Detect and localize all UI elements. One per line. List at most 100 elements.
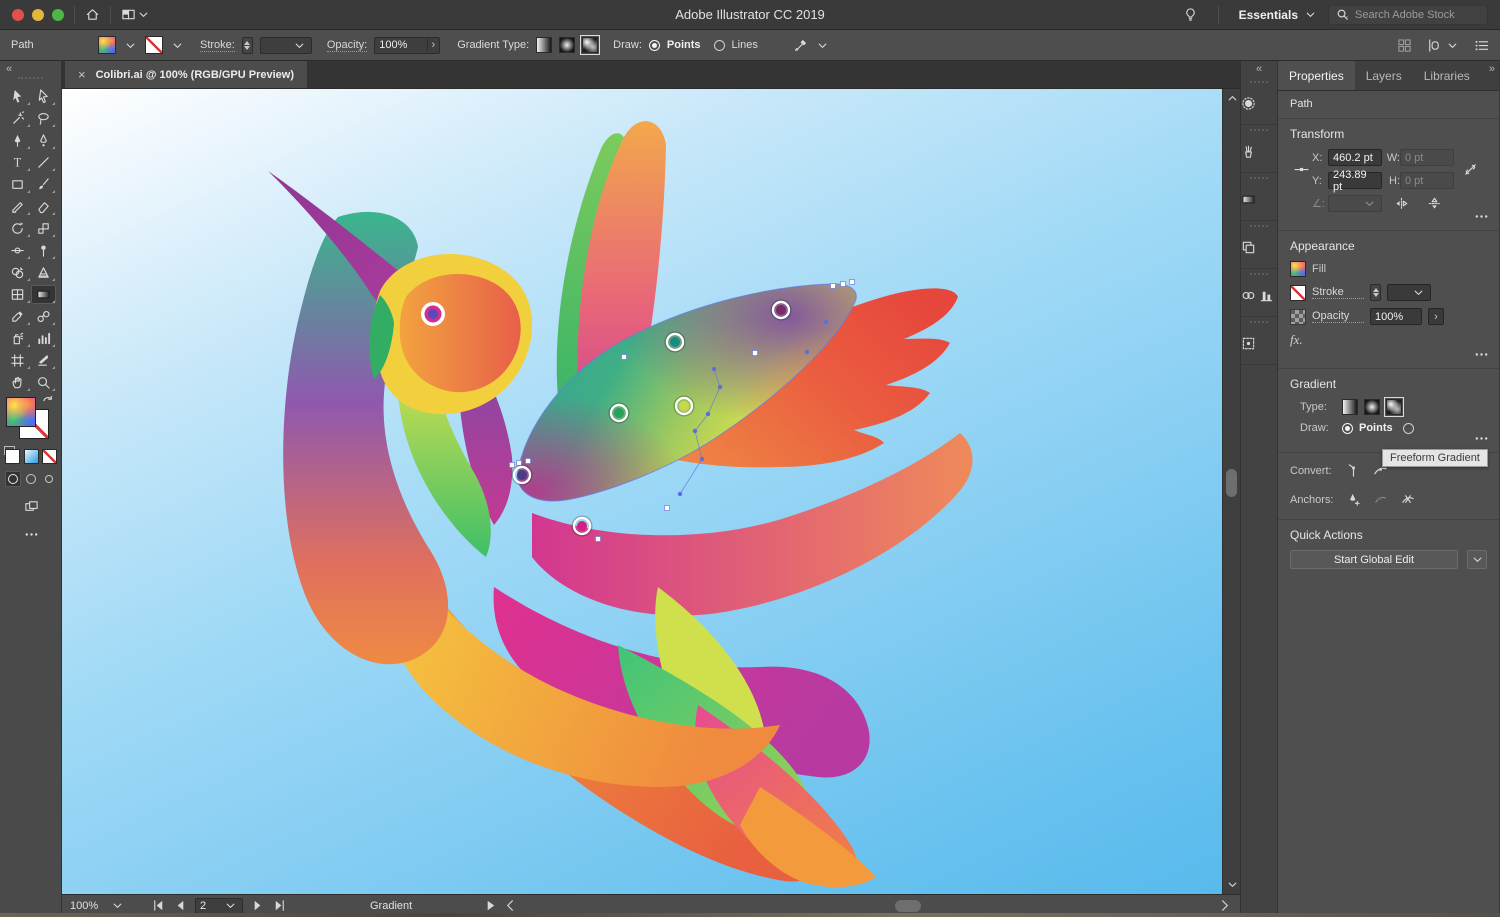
- linear-gradient-button[interactable]: [1342, 399, 1358, 415]
- cut-path-icon[interactable]: [1400, 492, 1415, 507]
- vertical-scrollbar[interactable]: [1222, 89, 1240, 894]
- slice-tool[interactable]: [31, 351, 57, 370]
- x-value-field[interactable]: 460.2 pt: [1328, 149, 1382, 166]
- more-options-icon[interactable]: [1474, 347, 1489, 362]
- pen-tool[interactable]: [5, 131, 31, 150]
- stroke-weight-stepper[interactable]: [1370, 284, 1381, 301]
- status-menu-icon[interactable]: [483, 898, 498, 913]
- stroke-weight-stepper[interactable]: [242, 37, 253, 54]
- add-anchor-icon[interactable]: [1346, 492, 1361, 507]
- draw-lines-label[interactable]: Lines: [732, 39, 758, 51]
- zoom-window-button[interactable]: [52, 9, 64, 21]
- rotate-value-field[interactable]: [1328, 195, 1382, 212]
- rotate-tool[interactable]: [5, 219, 31, 238]
- artboard-tool[interactable]: [5, 351, 31, 370]
- stroke-weight-field[interactable]: [260, 37, 312, 54]
- edit-toolbar-icon[interactable]: [24, 527, 39, 542]
- discover-icon[interactable]: [1183, 7, 1198, 22]
- draw-inside-mode-button[interactable]: [41, 471, 57, 487]
- change-screen-mode-icon[interactable]: [24, 499, 39, 514]
- align-panel-icon[interactable]: [1259, 282, 1274, 309]
- opacity-panel-link[interactable]: Opacity:: [327, 39, 367, 52]
- links-panel-icon[interactable]: [1241, 282, 1256, 309]
- type-tool[interactable]: T: [5, 153, 31, 172]
- stroke-weight-dropdown[interactable]: [1387, 284, 1431, 301]
- gradient-panel-icon[interactable]: [1241, 186, 1256, 213]
- more-options-icon[interactable]: [1474, 209, 1489, 224]
- current-tool-status[interactable]: Gradient: [370, 900, 412, 912]
- panel-draw-lines-radio[interactable]: [1403, 423, 1414, 434]
- freeform-gradient-button[interactable]: [1386, 399, 1402, 415]
- swap-fill-stroke-icon[interactable]: [41, 395, 56, 410]
- workspace-switcher[interactable]: Essentials: [1239, 7, 1318, 22]
- toolbar-grip[interactable]: [18, 77, 43, 81]
- opacity-expand-icon[interactable]: ›: [1428, 308, 1444, 325]
- minimize-window-button[interactable]: [32, 9, 44, 21]
- chevron-down-icon[interactable]: [1445, 38, 1460, 53]
- scroll-down-icon[interactable]: [1223, 877, 1241, 892]
- gradient-tool[interactable]: [31, 285, 57, 304]
- appearance-stroke-swatch[interactable]: [1290, 285, 1306, 301]
- tab-properties[interactable]: Properties: [1278, 61, 1355, 90]
- mesh-tool[interactable]: [5, 285, 31, 304]
- freeform-gradient-button[interactable]: [582, 37, 598, 53]
- paintbrush-tool[interactable]: [31, 175, 57, 194]
- last-artboard-icon[interactable]: [272, 898, 287, 913]
- panel-points-label[interactable]: Points: [1359, 422, 1393, 434]
- zoom-tool[interactable]: [31, 373, 57, 392]
- zoom-level-value[interactable]: 100%: [70, 900, 98, 912]
- vertical-scroll-thumb[interactable]: [1226, 469, 1237, 497]
- radial-gradient-button[interactable]: [1364, 399, 1380, 415]
- stroke-panel-link[interactable]: Stroke:: [200, 39, 235, 52]
- tab-libraries[interactable]: Libraries: [1413, 61, 1481, 90]
- fill-indicator[interactable]: [6, 397, 36, 427]
- stroke-link[interactable]: Stroke: [1312, 286, 1364, 299]
- scroll-left-icon[interactable]: [503, 898, 518, 913]
- scale-tool[interactable]: [31, 219, 57, 238]
- blend-tool[interactable]: [31, 307, 57, 326]
- start-global-edit-button[interactable]: Start Global Edit: [1290, 550, 1458, 569]
- scroll-right-icon[interactable]: [1217, 898, 1232, 913]
- tab-layers[interactable]: Layers: [1355, 61, 1413, 90]
- home-icon[interactable]: [85, 7, 100, 22]
- draw-normal-mode-button[interactable]: [5, 471, 21, 487]
- linear-gradient-button[interactable]: [536, 37, 552, 53]
- brushes-panel-icon[interactable]: [1241, 138, 1256, 165]
- artboard-canvas[interactable]: [62, 89, 1222, 894]
- puppet-warp-tool[interactable]: [31, 241, 57, 260]
- shaper-tool[interactable]: [5, 197, 31, 216]
- chevron-down-icon[interactable]: [136, 7, 151, 22]
- color-panel-icon[interactable]: [1241, 90, 1256, 117]
- scroll-up-icon[interactable]: [1223, 91, 1241, 106]
- perspective-grid-tool[interactable]: [31, 263, 57, 282]
- artboard-number-field[interactable]: 2: [195, 898, 243, 914]
- curvature-tool[interactable]: [31, 131, 57, 150]
- hand-tool[interactable]: [5, 373, 31, 392]
- y-value-field[interactable]: 243.89 pt: [1328, 172, 1382, 189]
- remove-anchor-icon[interactable]: [1373, 492, 1388, 507]
- draw-points-radio[interactable]: [649, 40, 660, 51]
- global-edit-options-icon[interactable]: [1467, 550, 1487, 569]
- select-similar-icon[interactable]: [793, 38, 808, 53]
- horizontal-scrollbar[interactable]: [527, 899, 1208, 913]
- selection-tool[interactable]: [5, 87, 31, 106]
- effects-button[interactable]: fx.: [1290, 332, 1303, 348]
- panel-draw-points-radio[interactable]: [1342, 423, 1353, 434]
- draw-points-label[interactable]: Points: [667, 39, 701, 51]
- collapse-dock-icon[interactable]: «: [1241, 63, 1277, 75]
- close-tab-icon[interactable]: ×: [78, 67, 86, 82]
- w-value-field[interactable]: 0 pt: [1400, 149, 1454, 166]
- appearance-fill-swatch[interactable]: [1290, 261, 1306, 277]
- panel-opacity-field[interactable]: 100%: [1370, 308, 1422, 325]
- constrain-proportions-icon[interactable]: [1463, 162, 1478, 177]
- zoom-level-dropdown-icon[interactable]: [110, 898, 125, 913]
- stroke-color-swatch[interactable]: [145, 36, 163, 54]
- draw-behind-mode-button[interactable]: [23, 471, 39, 487]
- search-input[interactable]: Search Adobe Stock: [1328, 5, 1488, 25]
- previous-artboard-icon[interactable]: [173, 898, 188, 913]
- width-tool[interactable]: [5, 241, 31, 260]
- collapse-toolbar-icon[interactable]: «: [6, 63, 12, 75]
- chevron-down-icon[interactable]: [123, 38, 138, 53]
- document-arrange-icon[interactable]: [1397, 38, 1412, 53]
- chevron-down-icon[interactable]: [170, 38, 185, 53]
